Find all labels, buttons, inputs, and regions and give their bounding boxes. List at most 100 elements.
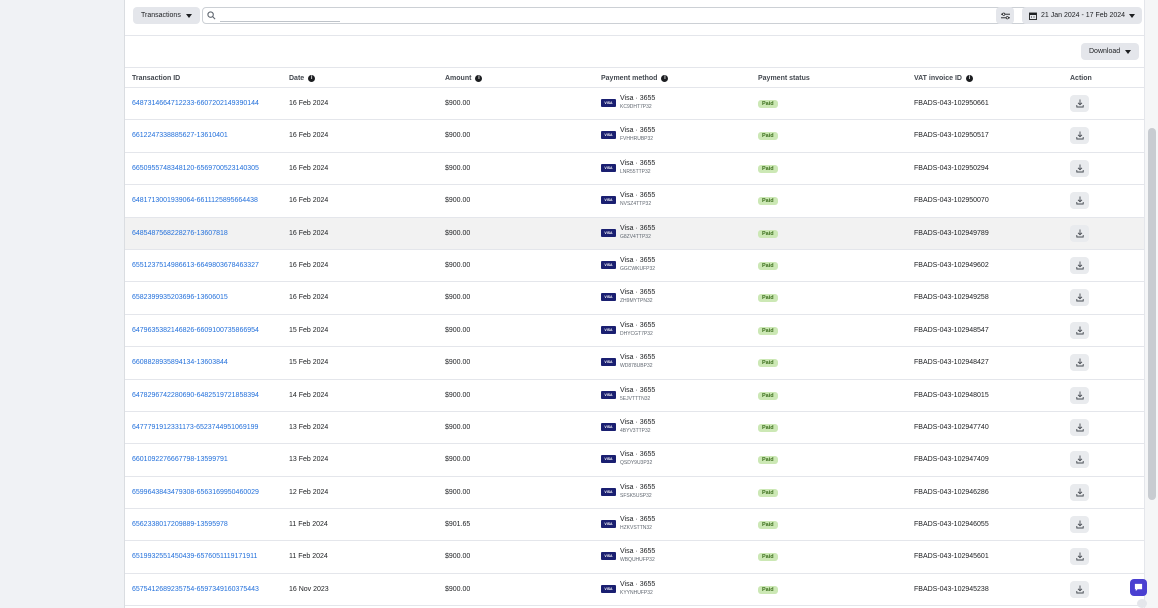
download-button[interactable]: Download [1081,43,1140,60]
visa-card-icon: VISA [601,196,616,205]
vertical-scrollbar[interactable] [1144,0,1158,608]
download-invoice-button[interactable] [1070,95,1089,112]
vat-invoice-id: FBADS-043-102946286 [914,488,989,496]
download-invoice-button[interactable] [1070,386,1089,404]
download-invoice-button[interactable] [1070,224,1089,242]
payment-method: VISA Visa · 3655 4BYV3TTP32 [601,419,655,435]
status-badge: Paid [758,326,778,335]
download-invoice-button[interactable] [1070,256,1089,274]
col-vat-invoice-id[interactable]: VAT invoice ID i [914,75,973,82]
payment-reference: LNR55TTP32 [620,168,651,175]
col-label: Amount [445,75,472,82]
table-header: Transaction ID Date i Amount i Payment met… [125,67,1145,88]
download-icon [1075,423,1084,432]
transaction-date: 11 Feb 2024 [289,553,328,561]
download-invoice-button[interactable] [1070,580,1089,598]
download-invoice-button[interactable] [1070,451,1089,469]
visa-card-icon: VISA [601,358,616,367]
info-icon[interactable]: i [475,75,483,82]
transaction-id-link[interactable]: 6487314664712233-6607202149390144 [132,100,259,107]
vat-invoice-id: FBADS-043-102948427 [914,359,989,367]
transaction-date: 13 Feb 2024 [289,423,329,431]
transaction-date: 13 Feb 2024 [289,456,329,464]
payment-method: VISA Visa · 3655 GGCWKUFP32 [601,257,655,273]
col-transaction-id[interactable]: Transaction ID [132,75,180,82]
transaction-id-link[interactable]: 6650955748348120-6569700523140305 [132,165,259,172]
payment-method: VISA Visa · 3655 KC9DHT7P32 [601,95,655,111]
status-badge: Paid [758,488,778,497]
transaction-amount: $900.00 [445,229,471,237]
payment-reference: 5EJVTTTN32 [620,395,651,402]
download-invoice-button[interactable] [1070,354,1089,372]
transaction-id-link[interactable]: 6485487568228276-13607818 [132,230,228,237]
download-invoice-button[interactable] [1070,321,1089,339]
download-invoice-button[interactable] [1070,418,1089,436]
download-icon [1075,358,1084,367]
transactions-filter-select[interactable]: Transactions [133,7,200,24]
transaction-id-link[interactable]: 6608828935894134-13603844 [132,359,228,366]
transaction-date: 16 Feb 2024 [289,197,329,205]
transaction-amount: $900.00 [445,359,471,367]
download-invoice-button[interactable] [1070,289,1089,307]
visa-card-icon: VISA [601,325,616,334]
transaction-id-link[interactable]: 6477791912331173-6523744951069199 [132,424,258,431]
payment-method-label: Visa · 3655 [620,224,656,232]
payment-reference: KC9DHT7P32 [620,104,652,110]
visa-card-icon: VISA [601,99,616,107]
info-icon[interactable]: i [965,75,973,82]
date-range-picker[interactable]: 21 Jan 2024 - 17 Feb 2024 [1022,7,1143,24]
transaction-id-link[interactable]: 6601092276667798-13599791 [132,456,228,463]
transaction-id-link[interactable]: 6599643843479308-6563169950460029 [132,489,259,496]
transaction-id-link[interactable]: 6582399935203696-13606015 [132,294,228,301]
transaction-id-link[interactable]: 6479635382146826-6609100735866954 [132,327,259,334]
payment-reference: 4BYV3TTP32 [620,427,651,434]
transaction-id-link[interactable]: 6481713001939064-6611125895664438 [132,197,258,204]
transaction-id-link[interactable]: 6612247338885627-13610401 [132,132,228,139]
transaction-id-link[interactable]: 6519932551450439-6576051119171911 [132,553,257,560]
download-invoice-button[interactable] [1070,548,1089,566]
transaction-id-link[interactable]: 6562338017209889-13595978 [132,521,228,528]
status-badge: Paid [758,100,778,108]
status-badge: Paid [758,521,778,530]
table-row: 6608828935894134-13603844 15 Feb 2024 $9… [125,347,1145,380]
payment-reference: KYYNHUFP32 [620,589,653,596]
table-row: 6562338017209889-13595978 11 Feb 2024 $9… [125,509,1145,542]
download-invoice-button[interactable] [1070,483,1089,501]
payment-reference: WBQUHUFP32 [620,557,655,564]
caret-down-icon [185,13,192,18]
filter-settings-button[interactable] [996,7,1014,24]
transaction-id-link[interactable]: 6575412689235754-6597349160375443 [132,586,259,593]
transaction-id-link[interactable]: 6478296742280690-6482519721858394 [132,392,259,399]
col-label: Payment status [758,75,810,82]
col-date[interactable]: Date i [289,75,316,82]
search-input[interactable] [220,9,340,22]
transaction-amount: $901.65 [445,521,471,529]
payment-method: VISA Visa · 3655 ZH9MYTPN32 [601,289,655,305]
transaction-amount: $900.00 [445,553,471,561]
status-badge: Paid [758,294,778,303]
transaction-amount: $900.00 [445,197,471,205]
table-row: 6601092276667798-13599791 13 Feb 2024 $9… [125,444,1145,477]
info-icon[interactable]: i [308,75,316,82]
payment-method: VISA Visa · 3655 HZKVSTTN32 [601,516,655,532]
table-row: 6487314664712233-6607202149390144 16 Feb… [125,88,1145,121]
col-payment-status[interactable]: Payment status [758,75,810,82]
payment-reference: GGCWKUFP32 [620,265,656,272]
vat-invoice-id: FBADS-043-102950070 [914,197,989,205]
download-invoice-button[interactable] [1070,127,1089,145]
download-invoice-button[interactable] [1070,192,1089,210]
payment-method-label: Visa · 3655 [620,418,656,426]
scrollbar-thumb[interactable] [1148,128,1156,500]
date-range-label: 21 Jan 2024 - 17 Feb 2024 [1041,12,1126,19]
transaction-id-link[interactable]: 6551237514986613-6649803678463327 [132,262,259,269]
col-amount[interactable]: Amount i [445,75,483,82]
info-icon[interactable]: i [661,75,669,82]
settings-icon[interactable] [1137,599,1147,608]
download-invoice-button[interactable] [1070,159,1089,177]
status-badge: Paid [758,197,778,206]
col-payment-method[interactable]: Payment method i [601,75,669,82]
chat-support-button[interactable] [1130,579,1147,596]
payment-method: VISA Visa · 3655 WBQUHUFP32 [601,548,655,564]
search-field[interactable] [202,7,1116,24]
download-invoice-button[interactable] [1070,516,1089,534]
